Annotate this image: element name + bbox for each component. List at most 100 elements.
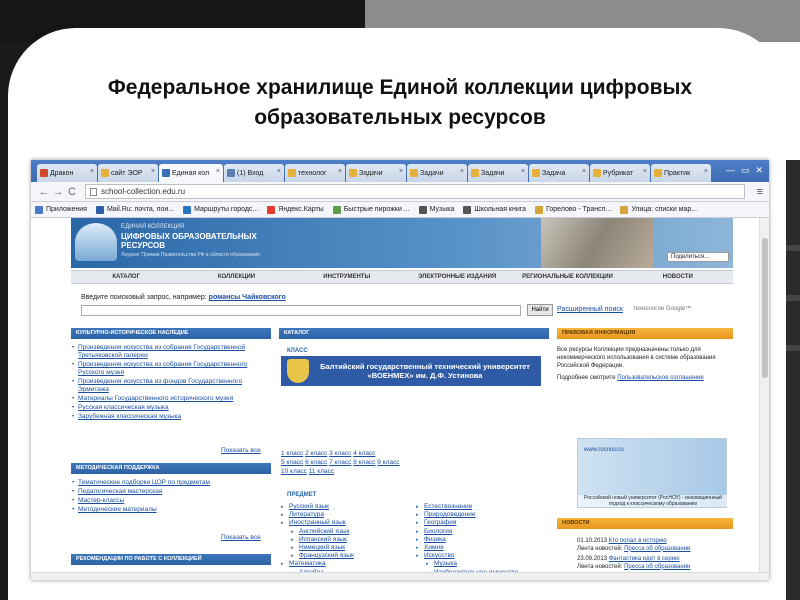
subject-link[interactable]: География	[424, 519, 456, 526]
browser-tab[interactable]: (1) Вход ×	[224, 164, 284, 182]
class-link[interactable]: 8 класс	[353, 459, 375, 466]
browser-tab[interactable]: Задача ×	[529, 164, 589, 182]
browser-tab[interactable]: сайт ЭОР ×	[98, 164, 158, 182]
search-button[interactable]: Найти	[527, 304, 553, 316]
subject-link[interactable]: Немецкий язык	[299, 544, 345, 551]
heritage-show-all-link[interactable]: Показать все	[221, 447, 261, 454]
bookmark-item[interactable]: Быстрые пирожки ...	[332, 205, 410, 214]
browser-tab[interactable]: технолог ×	[285, 164, 345, 182]
user-agreement-link[interactable]: Пользовательское соглашение	[617, 375, 703, 381]
rosnou-banner[interactable]: www.rosnou.ru Российский новый университ…	[577, 438, 728, 508]
subject-link[interactable]: Литература	[289, 511, 324, 518]
nav-item[interactable]: ИНСТРУМЕНТЫ	[292, 274, 402, 280]
link-item[interactable]: Тематические подборки ЦОР по предметам	[78, 479, 210, 486]
tab-close-icon[interactable]: ×	[399, 168, 403, 175]
reload-icon[interactable]: C	[65, 186, 79, 198]
subject-link[interactable]: Иностранный язык	[289, 519, 346, 526]
class-link[interactable]: 1 класс	[281, 450, 303, 457]
class-link[interactable]: 6 класс	[305, 459, 327, 466]
class-link[interactable]: 10 класс	[281, 468, 307, 475]
vertical-scrollbar[interactable]	[759, 218, 769, 580]
subject-link[interactable]: Испанский язык	[299, 536, 347, 543]
tab-close-icon[interactable]: ×	[90, 168, 94, 175]
methodical-show-all-link[interactable]: Показать все	[221, 534, 261, 541]
news-feed-link[interactable]: Пресса об образовании	[624, 546, 690, 552]
bstu-banner[interactable]: Балтийский государственный технический у…	[281, 356, 541, 386]
link-item[interactable]: Зарубежная классическая музыка	[78, 413, 181, 420]
bookmark-item[interactable]: Школьная книга	[463, 205, 526, 214]
bookmark-item[interactable]: Улица: списки мар...	[620, 205, 697, 214]
class-link[interactable]: 7 класс	[329, 459, 351, 466]
news-title-link[interactable]: Кто попал в историю	[609, 538, 667, 544]
bookmark-item[interactable]: Музыка	[418, 205, 454, 214]
tab-close-icon[interactable]: ×	[151, 168, 155, 175]
link-item[interactable]: Произведения искусства из собрания Госуд…	[78, 361, 247, 376]
bookmark-item[interactable]: Горелово - Трансп...	[535, 205, 611, 214]
browser-tab[interactable]: Единая кол ×	[159, 164, 223, 182]
nav-item[interactable]: НОВОСТИ	[623, 274, 733, 280]
subject-link[interactable]: Музыка	[434, 560, 457, 567]
tab-close-icon[interactable]: ×	[643, 168, 647, 175]
menu-icon[interactable]: ≡	[757, 186, 763, 198]
tab-close-icon[interactable]: ×	[460, 168, 464, 175]
forward-icon[interactable]: →	[51, 186, 65, 198]
nav-item[interactable]: ЭЛЕКТРОННЫЕ ИЗДАНИЯ	[402, 274, 512, 280]
news-feed-link[interactable]: Пресса об образовании	[624, 564, 690, 570]
tab-close-icon[interactable]: ×	[216, 168, 220, 175]
subject-link[interactable]: Естествознание	[424, 503, 472, 510]
link-item[interactable]: Произведения искусства из собрания Госуд…	[78, 344, 245, 359]
browser-tab[interactable]: Практик ×	[651, 164, 711, 182]
link-item[interactable]: Методические материалы	[78, 506, 157, 513]
subject-link[interactable]: Искусство	[424, 552, 455, 559]
class-link[interactable]: 11 класс	[309, 468, 334, 475]
subject-link[interactable]: Английский язык	[299, 528, 349, 535]
class-link[interactable]: 2 класс	[305, 450, 327, 457]
tab-close-icon[interactable]: ×	[704, 168, 708, 175]
subject-link[interactable]: Русский язык	[289, 503, 329, 510]
address-bar[interactable]: school-collection.edu.ru	[85, 184, 745, 199]
browser-tab[interactable]: Дракон ×	[37, 164, 97, 182]
link-item[interactable]: Педагогическая мастерская	[78, 488, 162, 495]
bookmark-item[interactable]: Приложения	[35, 205, 87, 214]
subject-link[interactable]: Природоведение	[424, 511, 476, 518]
class-link[interactable]: 5 класс	[281, 459, 303, 466]
nav-item[interactable]: РЕГИОНАЛЬНЫЕ КОЛЛЕКЦИИ	[512, 274, 622, 280]
bookmark-item[interactable]: Mail.Ru: почта, пои...	[95, 205, 174, 214]
horizontal-scrollbar[interactable]	[31, 572, 769, 580]
search-input[interactable]	[81, 305, 521, 316]
browser-tab[interactable]: Рубрикат ×	[590, 164, 650, 182]
advanced-search-link[interactable]: Расширенный поиск	[557, 306, 623, 313]
search-example-link[interactable]: романсы Чайковского	[209, 294, 286, 301]
collection-logo-icon[interactable]	[75, 223, 117, 261]
maximize-icon[interactable]: ▭	[741, 165, 750, 176]
nav-item[interactable]: КАТАЛОГ	[71, 274, 181, 280]
bookmark-item[interactable]: Маршруты городс...	[183, 205, 258, 214]
tab-close-icon[interactable]: ×	[521, 168, 525, 175]
class-link[interactable]: 4 класс	[353, 450, 375, 457]
recommendations-header[interactable]: РЕКОМЕНДАЦИИ ПО РАБОТЕ С КОЛЛЕКЦИЕЙ	[71, 554, 271, 565]
subject-link[interactable]: Математика	[289, 560, 326, 567]
link-item[interactable]: Мастер-классы	[78, 497, 124, 504]
bookmark-item[interactable]: Яндекс.Карты	[267, 205, 324, 214]
subject-link[interactable]: Французский язык	[299, 552, 354, 559]
tab-close-icon[interactable]: ×	[277, 168, 281, 175]
class-link[interactable]: 3 класс	[329, 450, 351, 457]
back-icon[interactable]: ←	[37, 186, 51, 198]
nav-item[interactable]: КОЛЛЕКЦИИ	[181, 274, 291, 280]
subject-link[interactable]: Химия	[424, 544, 444, 551]
browser-tab[interactable]: Задачи ×	[468, 164, 528, 182]
browser-tab[interactable]: Задачи ×	[407, 164, 467, 182]
link-item[interactable]: Материалы Государственного исторического…	[78, 395, 233, 402]
subject-link[interactable]: Биология	[424, 528, 452, 535]
close-icon[interactable]: ✕	[755, 165, 763, 176]
link-item[interactable]: Произведения искусства из фондов Государ…	[78, 378, 242, 393]
scrollbar-thumb[interactable]	[762, 238, 768, 378]
share-button[interactable]: Поделиться...	[667, 252, 729, 262]
tab-close-icon[interactable]: ×	[338, 168, 342, 175]
browser-tab[interactable]: Задачи ×	[346, 164, 406, 182]
minimize-icon[interactable]: —	[726, 165, 735, 176]
news-title-link[interactable]: Фантастика идет в серию	[609, 556, 680, 562]
link-item[interactable]: Русская классическая музыка	[78, 404, 169, 411]
class-link[interactable]: 9 класс	[377, 459, 399, 466]
subject-link[interactable]: Физика	[424, 536, 446, 543]
